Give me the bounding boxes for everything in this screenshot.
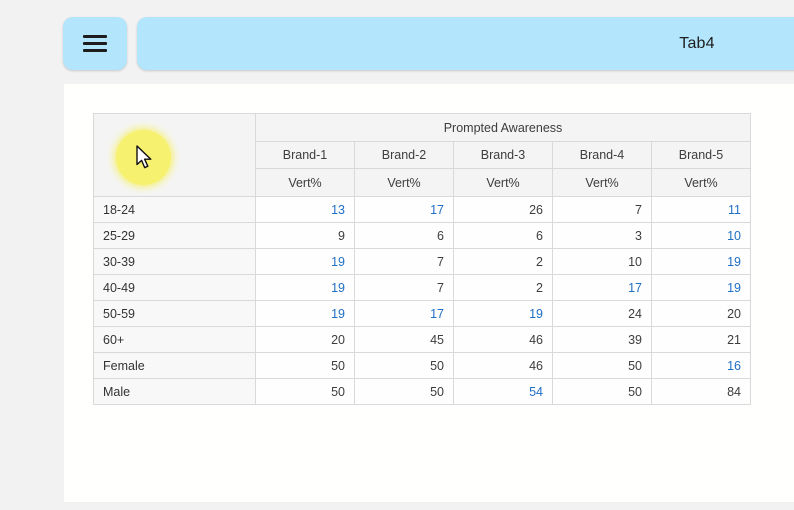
table-row: Male5050545084 [94, 379, 751, 405]
value-cell: 10 [652, 223, 751, 249]
row-label: 18-24 [94, 197, 256, 223]
value-cell: 21 [652, 327, 751, 353]
value-cell: 6 [454, 223, 553, 249]
row-label: 60+ [94, 327, 256, 353]
value-cell: 11 [652, 197, 751, 223]
row-label: 25-29 [94, 223, 256, 249]
value-cell: 7 [355, 249, 454, 275]
group-header-cell: Prompted Awareness [256, 114, 751, 142]
value-cell: 9 [256, 223, 355, 249]
table-row: 60+2045463921 [94, 327, 751, 353]
value-cell: 50 [256, 379, 355, 405]
value-cell: 17 [355, 197, 454, 223]
row-label: 30-39 [94, 249, 256, 275]
row-label: Male [94, 379, 256, 405]
table-row: 40-4919721719 [94, 275, 751, 301]
column-header-brand-2: Brand-2 [355, 142, 454, 169]
value-cell: 19 [256, 275, 355, 301]
table-row: Female5050465016 [94, 353, 751, 379]
subheader-vert-1: Vert% [256, 169, 355, 197]
value-cell: 17 [553, 275, 652, 301]
hamburger-icon [83, 35, 107, 52]
tab-tab4[interactable]: Tab4 [137, 17, 794, 70]
column-header-brand-5: Brand-5 [652, 142, 751, 169]
value-cell: 50 [355, 353, 454, 379]
value-cell: 84 [652, 379, 751, 405]
value-cell: 46 [454, 327, 553, 353]
app-window: { "colors": { "accent_blue_bar": "#b3e5f… [0, 0, 794, 510]
value-cell: 50 [553, 379, 652, 405]
menu-button[interactable] [63, 17, 127, 70]
content-panel: Prompted Awareness Brand-1 Brand-2 Brand… [64, 84, 794, 502]
table-row: 18-24131726711 [94, 197, 751, 223]
value-cell: 50 [355, 379, 454, 405]
table-row: 25-29966310 [94, 223, 751, 249]
value-cell: 19 [256, 249, 355, 275]
value-cell: 19 [652, 249, 751, 275]
corner-cell [94, 114, 256, 197]
value-cell: 24 [553, 301, 652, 327]
subheader-vert-5: Vert% [652, 169, 751, 197]
value-cell: 16 [652, 353, 751, 379]
value-cell: 7 [553, 197, 652, 223]
column-header-brand-1: Brand-1 [256, 142, 355, 169]
tab-label: Tab4 [679, 35, 715, 53]
table-body: 18-2413172671125-2996631030-391972101940… [94, 197, 751, 405]
group-header-row: Prompted Awareness [94, 114, 751, 142]
value-cell: 46 [454, 353, 553, 379]
value-cell: 39 [553, 327, 652, 353]
subheader-vert-4: Vert% [553, 169, 652, 197]
value-cell: 54 [454, 379, 553, 405]
value-cell: 13 [256, 197, 355, 223]
value-cell: 50 [256, 353, 355, 379]
value-cell: 26 [454, 197, 553, 223]
value-cell: 19 [256, 301, 355, 327]
value-cell: 20 [256, 327, 355, 353]
value-cell: 6 [355, 223, 454, 249]
row-label: Female [94, 353, 256, 379]
table-row: 30-3919721019 [94, 249, 751, 275]
row-label: 40-49 [94, 275, 256, 301]
value-cell: 20 [652, 301, 751, 327]
value-cell: 10 [553, 249, 652, 275]
column-header-brand-4: Brand-4 [553, 142, 652, 169]
value-cell: 45 [355, 327, 454, 353]
value-cell: 2 [454, 249, 553, 275]
subheader-vert-2: Vert% [355, 169, 454, 197]
subheader-vert-3: Vert% [454, 169, 553, 197]
table-row: 50-591917192420 [94, 301, 751, 327]
value-cell: 19 [454, 301, 553, 327]
row-label: 50-59 [94, 301, 256, 327]
value-cell: 19 [652, 275, 751, 301]
value-cell: 7 [355, 275, 454, 301]
crosstab-table: Prompted Awareness Brand-1 Brand-2 Brand… [93, 113, 751, 405]
value-cell: 2 [454, 275, 553, 301]
value-cell: 50 [553, 353, 652, 379]
column-header-brand-3: Brand-3 [454, 142, 553, 169]
value-cell: 3 [553, 223, 652, 249]
value-cell: 17 [355, 301, 454, 327]
